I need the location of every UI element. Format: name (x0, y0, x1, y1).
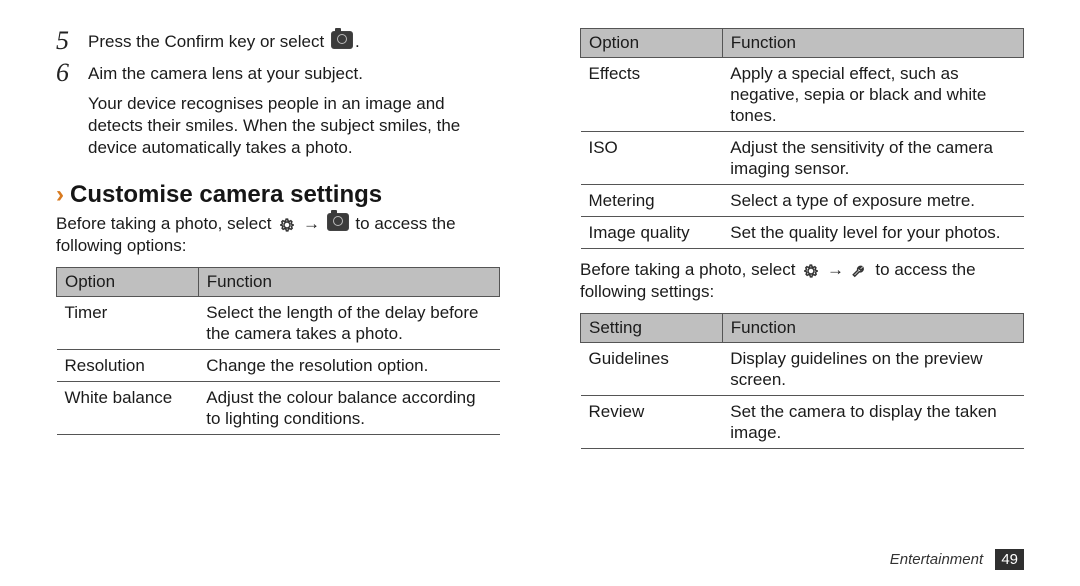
table-header-function: Function (722, 29, 1023, 58)
chevron-right-icon: › (56, 181, 64, 208)
table-header-option: Option (581, 29, 723, 58)
step5-text-a: Press the Confirm key or select (88, 32, 324, 51)
page-footer: Entertainment 49 (890, 551, 1024, 568)
table-header-row: Option Function (57, 268, 500, 297)
table-header-setting: Setting (581, 314, 723, 343)
function-cell: Select the length of the delay before th… (198, 297, 499, 350)
intro1-a: Before taking a photo, select (56, 214, 271, 233)
function-cell: Adjust the colour balance according to l… (198, 382, 499, 435)
intro-text-1: Before taking a photo, select → to acces… (56, 213, 500, 257)
gear-icon (278, 215, 296, 233)
settings-table-3: Setting Function Guidelines Display guid… (580, 313, 1024, 449)
heading-text: Customise camera settings (70, 181, 382, 208)
function-cell: Select a type of exposure metre. (722, 185, 1023, 217)
table-row: White balance Adjust the colour balance … (57, 382, 500, 435)
step-text: Press the Confirm key or select . (88, 28, 360, 54)
right-column: Option Function Effects Apply a special … (540, 0, 1080, 586)
function-cell: Change the resolution option. (198, 350, 499, 382)
table-row: Metering Select a type of exposure metre… (581, 185, 1024, 217)
table-row: Review Set the camera to display the tak… (581, 396, 1024, 449)
option-cell: Effects (581, 58, 723, 132)
camera-icon (327, 213, 349, 231)
table-row: Effects Apply a special effect, such as … (581, 58, 1024, 132)
table-header-function: Function (722, 314, 1023, 343)
table-header-row: Option Function (581, 29, 1024, 58)
table-row: Resolution Change the resolution option. (57, 350, 500, 382)
option-cell: Resolution (57, 350, 199, 382)
intro1-arrow: → (303, 214, 320, 233)
options-table-2: Option Function Effects Apply a special … (580, 28, 1024, 249)
step-text: Aim the camera lens at your subject. (88, 60, 363, 86)
step-6: 6 Aim the camera lens at your subject. (56, 60, 500, 86)
setting-cell: Guidelines (581, 343, 723, 396)
table-row: Image quality Set the quality level for … (581, 217, 1024, 249)
gear-icon (802, 261, 820, 279)
option-cell: Image quality (581, 217, 723, 249)
wrench-icon (851, 261, 869, 279)
table-header-function: Function (198, 268, 499, 297)
option-cell: Metering (581, 185, 723, 217)
step-number: 6 (56, 60, 74, 86)
setting-cell: Review (581, 396, 723, 449)
function-cell: Display guidelines on the preview screen… (722, 343, 1023, 396)
camera-icon (331, 31, 353, 49)
step-number: 5 (56, 28, 74, 54)
table-row: ISO Adjust the sensitivity of the camera… (581, 132, 1024, 185)
table-header-row: Setting Function (581, 314, 1024, 343)
section-heading: ›Customise camera settings (56, 181, 500, 209)
step6-sub: Your device recognises people in an imag… (88, 90, 500, 159)
option-cell: Timer (57, 297, 199, 350)
step-5: 5 Press the Confirm key or select . (56, 28, 500, 54)
intro-text-2: Before taking a photo, select → to acces… (580, 259, 1024, 303)
table-row: Timer Select the length of the delay bef… (57, 297, 500, 350)
options-table-1: Option Function Timer Select the length … (56, 267, 500, 435)
intro2-a: Before taking a photo, select (580, 260, 795, 279)
function-cell: Apply a special effect, such as negative… (722, 58, 1023, 132)
option-cell: White balance (57, 382, 199, 435)
function-cell: Adjust the sensitivity of the camera ima… (722, 132, 1023, 185)
option-cell: ISO (581, 132, 723, 185)
manual-page: 5 Press the Confirm key or select . 6 Ai… (0, 0, 1080, 586)
table-header-option: Option (57, 268, 199, 297)
function-cell: Set the quality level for your photos. (722, 217, 1023, 249)
left-column: 5 Press the Confirm key or select . 6 Ai… (0, 0, 540, 586)
function-cell: Set the camera to display the taken imag… (722, 396, 1023, 449)
intro2-arrow: → (827, 260, 844, 279)
footer-section: Entertainment (890, 551, 983, 568)
footer-page: 49 (995, 549, 1024, 570)
step5-text-b: . (355, 32, 360, 51)
table-row: Guidelines Display guidelines on the pre… (581, 343, 1024, 396)
